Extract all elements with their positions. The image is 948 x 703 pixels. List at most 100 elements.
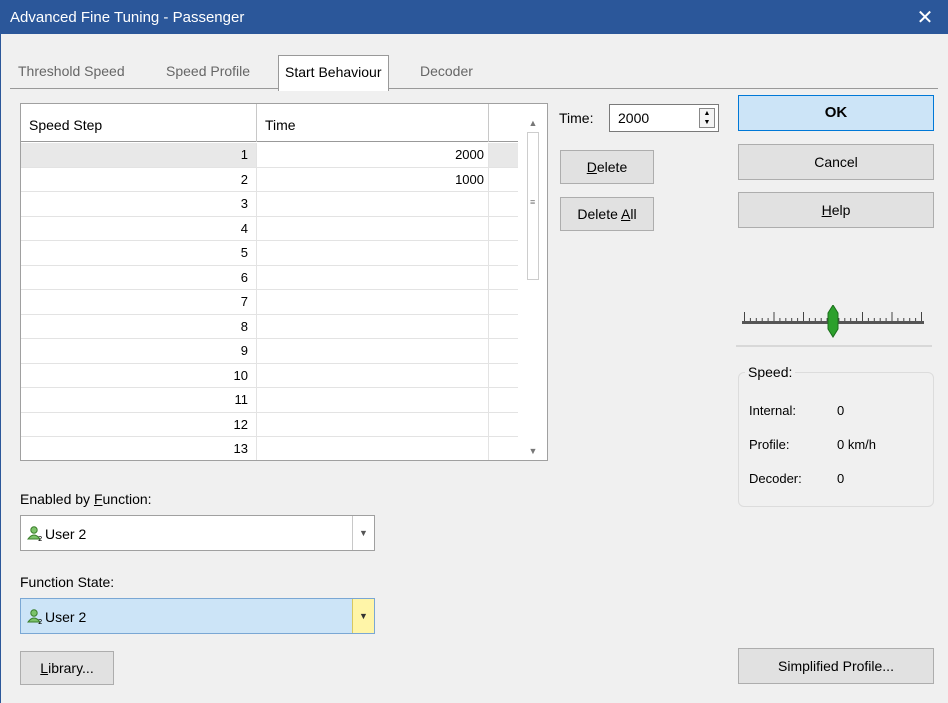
table-row[interactable]: 2 1000 bbox=[21, 167, 518, 192]
profile-label: Profile: bbox=[749, 437, 790, 452]
decoder-value: 0 bbox=[837, 471, 845, 486]
table-row[interactable]: 1 2000 bbox=[21, 143, 518, 168]
table-row[interactable]: 12 bbox=[21, 412, 518, 437]
profile-value: 0 km/h bbox=[837, 437, 877, 452]
speed-step-cell[interactable]: 4 bbox=[21, 216, 257, 240]
delete-all-label-rest: ll bbox=[630, 206, 637, 222]
enabled-label-rest: unction: bbox=[102, 491, 152, 507]
column-header-time[interactable]: Time bbox=[257, 104, 489, 142]
tab-threshold-speed[interactable]: Threshold Speed bbox=[18, 60, 125, 84]
scroll-grip-icon: ≡ bbox=[530, 197, 536, 207]
tab-start-behaviour[interactable]: Start Behaviour bbox=[278, 55, 389, 91]
ok-button[interactable]: OK bbox=[738, 95, 934, 131]
time-cell[interactable] bbox=[257, 192, 489, 216]
enabled-by-function-value: User 2 bbox=[45, 526, 87, 542]
chevron-down-icon[interactable]: ▼ bbox=[352, 516, 374, 550]
column-header-speed-step[interactable]: Speed Step bbox=[21, 104, 257, 142]
close-icon[interactable]: ✕ bbox=[902, 0, 948, 34]
speed-step-cell[interactable]: 2 bbox=[21, 167, 257, 191]
simplified-profile-button[interactable]: Simplified Profile... bbox=[738, 648, 934, 684]
scroll-up-icon[interactable]: ▲ bbox=[519, 114, 547, 132]
delete-all-button[interactable]: Delete All bbox=[560, 197, 654, 231]
time-cell[interactable] bbox=[257, 216, 489, 240]
chevron-down-icon[interactable]: ▼ bbox=[352, 599, 374, 633]
speed-step-cell[interactable]: 12 bbox=[21, 412, 257, 436]
speed-step-cell[interactable]: 9 bbox=[21, 339, 257, 363]
speed-step-cell[interactable]: 11 bbox=[21, 388, 257, 412]
time-cell[interactable]: 2000 bbox=[257, 143, 489, 167]
time-cell[interactable] bbox=[257, 314, 489, 338]
time-value[interactable]: 2000 bbox=[618, 110, 649, 126]
time-cell[interactable] bbox=[257, 437, 489, 460]
speed-step-cell[interactable]: 3 bbox=[21, 192, 257, 216]
time-cell[interactable] bbox=[257, 290, 489, 314]
enabled-by-function-combo[interactable]: 2 User 2 ▼ bbox=[20, 515, 375, 551]
delete-button-label: elete bbox=[596, 159, 628, 175]
delete-button[interactable]: Delete bbox=[560, 150, 654, 184]
table-row[interactable]: 13 bbox=[21, 437, 518, 460]
title-bar: Advanced Fine Tuning - Passenger ✕ bbox=[0, 0, 948, 34]
table-row[interactable]: 6 bbox=[21, 265, 518, 290]
speed-group: Speed: Internal: 0 Profile: 0 km/h Decod… bbox=[738, 364, 934, 507]
function-state-value: User 2 bbox=[45, 609, 87, 625]
enabled-label-prefix: Enabled by bbox=[20, 491, 94, 507]
table-row[interactable]: 7 bbox=[21, 290, 518, 315]
tab-speed-profile[interactable]: Speed Profile bbox=[166, 60, 250, 84]
table-row[interactable]: 10 bbox=[21, 363, 518, 388]
enabled-label-mnemonic: F bbox=[93, 491, 103, 507]
delete-all-mnemonic: A bbox=[621, 206, 631, 222]
table-header: Speed Step Time bbox=[21, 104, 518, 142]
enabled-by-function-label: Enabled by Function: bbox=[20, 491, 152, 507]
function-state-combo[interactable]: 2 User 2 ▼ bbox=[20, 598, 375, 634]
time-cell[interactable] bbox=[257, 339, 489, 363]
spin-down-icon[interactable]: ▼ bbox=[700, 118, 714, 127]
speed-step-cell[interactable]: 5 bbox=[21, 241, 257, 265]
library-mnemonic: L bbox=[40, 660, 49, 676]
time-cell[interactable]: 1000 bbox=[257, 167, 489, 191]
speed-step-cell[interactable]: 1 bbox=[21, 143, 257, 167]
time-cell[interactable] bbox=[257, 363, 489, 387]
tab-panel-border bbox=[10, 88, 938, 89]
speed-step-cell[interactable]: 8 bbox=[21, 314, 257, 338]
cancel-button[interactable]: Cancel bbox=[738, 144, 934, 180]
time-cell[interactable] bbox=[257, 388, 489, 412]
help-label: elp bbox=[831, 202, 851, 218]
speed-slider[interactable] bbox=[736, 299, 932, 347]
delete-all-label-prefix: Delete bbox=[577, 206, 621, 222]
table-scrollbar[interactable]: ▲ ≡ ▼ bbox=[519, 104, 547, 460]
speed-step-table[interactable]: Speed Step Time 1 2000 2 1000 3 4 5 6 7 8 9 10 11 12 1… bbox=[20, 103, 548, 461]
time-spinbox[interactable]: 2000 ▲ ▼ bbox=[609, 104, 719, 132]
internal-value: 0 bbox=[837, 403, 845, 418]
spin-up-icon[interactable]: ▲ bbox=[700, 109, 714, 118]
speed-legend: Speed: bbox=[745, 364, 796, 380]
window-title: Advanced Fine Tuning - Passenger bbox=[10, 9, 245, 26]
table-row[interactable]: 5 bbox=[21, 241, 518, 266]
decoder-label: Decoder: bbox=[749, 471, 802, 486]
speed-step-cell[interactable]: 13 bbox=[21, 437, 257, 460]
spin-buttons[interactable]: ▲ ▼ bbox=[699, 108, 715, 128]
table-row[interactable]: 3 bbox=[21, 192, 518, 217]
window-border bbox=[0, 34, 1, 703]
speed-step-cell[interactable]: 7 bbox=[21, 290, 257, 314]
speed-step-cell[interactable]: 6 bbox=[21, 265, 257, 289]
user-2-icon: 2 bbox=[27, 609, 42, 624]
user-2-icon: 2 bbox=[27, 526, 42, 541]
table-row[interactable]: 8 bbox=[21, 314, 518, 339]
function-state-label: Function State: bbox=[20, 574, 115, 590]
library-button[interactable]: Library... bbox=[20, 651, 114, 685]
help-button[interactable]: Help bbox=[738, 192, 934, 228]
table-row[interactable]: 4 bbox=[21, 216, 518, 241]
slider-thumb[interactable] bbox=[827, 305, 839, 339]
table-row[interactable]: 11 bbox=[21, 388, 518, 413]
time-cell[interactable] bbox=[257, 265, 489, 289]
internal-label: Internal: bbox=[749, 403, 796, 418]
help-mnemonic: H bbox=[821, 202, 832, 218]
speed-step-cell[interactable]: 10 bbox=[21, 363, 257, 387]
library-label: ibrary... bbox=[48, 660, 94, 676]
scroll-down-icon[interactable]: ▼ bbox=[519, 442, 547, 460]
time-cell[interactable] bbox=[257, 241, 489, 265]
tab-decoder[interactable]: Decoder bbox=[420, 60, 473, 84]
table-row[interactable]: 9 bbox=[21, 339, 518, 364]
table-body: 1 2000 2 1000 3 4 5 6 7 8 9 10 11 12 13 bbox=[21, 143, 518, 460]
time-cell[interactable] bbox=[257, 412, 489, 436]
